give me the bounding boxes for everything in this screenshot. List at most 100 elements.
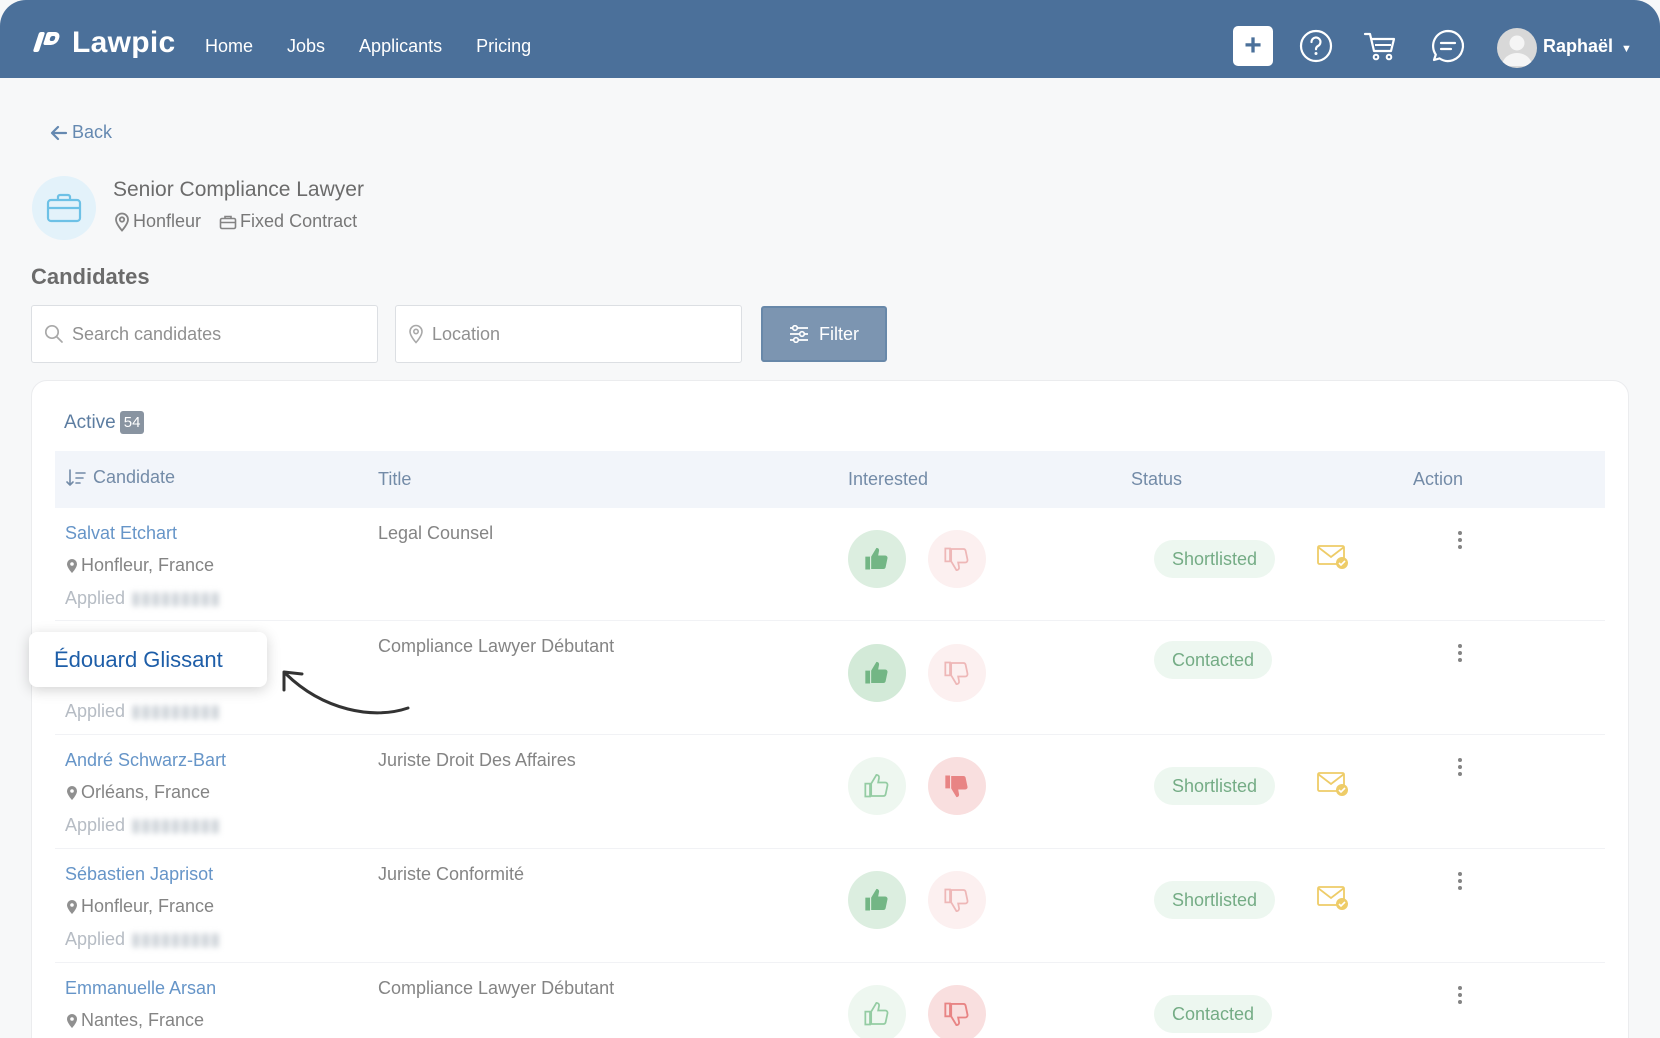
- status-badge: Shortlisted: [1154, 540, 1276, 578]
- nav-home[interactable]: Home: [205, 36, 253, 57]
- candidate-title: Juriste Conformité: [378, 864, 525, 884]
- arrow-left-icon: [50, 125, 68, 140]
- candidate-title: Compliance Lawyer Débutant: [378, 636, 615, 656]
- filter-button[interactable]: Filter: [761, 306, 887, 362]
- top-navbar: Lawpic Home Jobs Applicants Pricing + Ra…: [0, 0, 1660, 78]
- brand-name: Lawpic: [72, 26, 176, 59]
- job-location: Honfleur: [114, 211, 201, 232]
- candidate-title: Legal Counsel: [378, 523, 494, 543]
- thumbs-up-button[interactable]: [848, 530, 906, 588]
- chat-icon[interactable]: [1430, 28, 1466, 64]
- thumbs-up-button[interactable]: [848, 644, 906, 702]
- job-location-text: Honfleur: [133, 211, 202, 231]
- thumbs-down-icon: [945, 775, 968, 798]
- candidate-name[interactable]: Emmanuelle Arsan: [65, 978, 216, 999]
- applied-date: Applied ▮▮▮▮▮▮▮▮▮: [65, 929, 220, 950]
- candidate-name[interactable]: Salvat Etchart: [65, 523, 177, 544]
- row-actions-menu[interactable]: [1450, 872, 1470, 896]
- brand-logo[interactable]: Lawpic: [32, 26, 176, 60]
- tab-active[interactable]: Active 54: [64, 411, 145, 434]
- th-candidate[interactable]: Candidate: [65, 467, 175, 488]
- chevron-down-icon: ▼: [1621, 43, 1632, 55]
- job-avatar: [32, 176, 96, 240]
- avatar[interactable]: [1497, 28, 1537, 68]
- thumbs-up-button[interactable]: [848, 985, 906, 1038]
- user-menu[interactable]: Raphaël ▼: [1543, 36, 1632, 57]
- filter-label: Filter: [819, 323, 859, 344]
- cart-icon[interactable]: [1362, 28, 1398, 64]
- status-badge: Shortlisted: [1154, 881, 1276, 919]
- mail-check-icon[interactable]: [1317, 544, 1349, 570]
- th-status: Status: [1131, 469, 1183, 489]
- row-actions-menu[interactable]: [1450, 644, 1470, 668]
- applied-label: Applied: [65, 929, 126, 949]
- search-input[interactable]: [72, 323, 352, 345]
- job-contract: Fixed Contract: [219, 211, 357, 232]
- th-title: Title: [378, 469, 412, 489]
- th-interested: Interested: [848, 469, 929, 489]
- back-button[interactable]: Back: [50, 122, 112, 143]
- table-row: Emmanuelle Arsan Nantes, France Complian…: [55, 963, 1605, 1038]
- candidate-name[interactable]: André Schwarz-Bart: [65, 750, 226, 771]
- candidate-location: Honfleur, France: [65, 896, 214, 917]
- table-row: Salvat Etchart Honfleur, France Applied …: [55, 508, 1605, 621]
- job-contract-text: Fixed Contract: [240, 211, 358, 231]
- candidate-location-text: Honfleur, France: [81, 555, 215, 575]
- thumbs-up-button[interactable]: [848, 871, 906, 929]
- location-pin-icon: [67, 1013, 77, 1028]
- mail-check-icon[interactable]: [1317, 885, 1349, 911]
- thumbs-up-icon: [865, 888, 888, 911]
- row-actions-menu[interactable]: [1450, 986, 1470, 1010]
- thumbs-down-button[interactable]: [928, 757, 986, 815]
- row-actions-menu[interactable]: [1450, 531, 1470, 555]
- thumbs-down-button[interactable]: [928, 644, 986, 702]
- nav-pricing[interactable]: Pricing: [476, 36, 531, 57]
- section-title: Candidates: [31, 264, 150, 289]
- thumbs-down-button[interactable]: [928, 871, 986, 929]
- applied-date: Applied ▮▮▮▮▮▮▮▮▮: [65, 588, 220, 609]
- add-button[interactable]: +: [1233, 26, 1273, 66]
- candidate-title: Juriste Droit Des Affaires: [378, 750, 576, 770]
- nav-applicants[interactable]: Applicants: [359, 36, 442, 57]
- location-pin-icon: [67, 785, 77, 800]
- location-field[interactable]: [395, 305, 742, 363]
- mail-check-icon[interactable]: [1317, 771, 1349, 797]
- thumbs-up-button[interactable]: [848, 757, 906, 815]
- table-header: Candidate Title Interested Status Action: [55, 451, 1605, 508]
- candidate-name[interactable]: Sébastien Japrisot: [65, 864, 213, 885]
- job-meta: Honfleur Fixed Contract: [114, 211, 357, 232]
- th-candidate-label: Candidate: [93, 467, 176, 487]
- location-pin-icon: [67, 899, 77, 914]
- candidate-location: Orléans, France: [65, 782, 210, 803]
- location-pin-icon: [67, 558, 77, 573]
- sort-icon: [66, 468, 86, 486]
- main-nav: Home Jobs Applicants Pricing: [205, 36, 531, 57]
- help-icon[interactable]: [1298, 28, 1334, 64]
- candidate-location-text: Honfleur, France: [81, 896, 215, 916]
- location-input[interactable]: [432, 323, 712, 345]
- location-pin-icon: [409, 324, 423, 344]
- row-actions-menu[interactable]: [1450, 758, 1470, 782]
- applied-label: Applied: [65, 815, 126, 835]
- job-title: Senior Compliance Lawyer: [113, 178, 364, 201]
- thumbs-down-button[interactable]: [928, 530, 986, 588]
- blurred-date: ▮▮▮▮▮▮▮▮▮: [131, 701, 221, 721]
- table-row: André Schwarz-Bart Orléans, France Appli…: [55, 735, 1605, 849]
- thumbs-up-icon: [865, 661, 888, 684]
- applied-label: Applied: [65, 588, 126, 608]
- th-action: Action: [1413, 469, 1464, 489]
- search-icon: [44, 324, 63, 343]
- candidate-location: Nantes, France: [65, 1010, 204, 1031]
- highlighted-candidate-name[interactable]: Édouard Glissant: [29, 632, 267, 687]
- candidate-title: Compliance Lawyer Débutant: [378, 978, 615, 998]
- nav-jobs[interactable]: Jobs: [287, 36, 325, 57]
- count-badge: 54: [119, 411, 145, 434]
- thumbs-down-button[interactable]: [928, 985, 986, 1038]
- thumbs-down-icon: [944, 547, 969, 571]
- user-silhouette-icon: [1502, 35, 1532, 66]
- thumbs-up-icon: [864, 1002, 889, 1026]
- pointer-arrow-icon: [282, 670, 410, 715]
- table-row: Sébastien Japrisot Honfleur, France Appl…: [55, 849, 1605, 963]
- search-field[interactable]: [31, 305, 378, 363]
- logo-icon: [32, 30, 68, 56]
